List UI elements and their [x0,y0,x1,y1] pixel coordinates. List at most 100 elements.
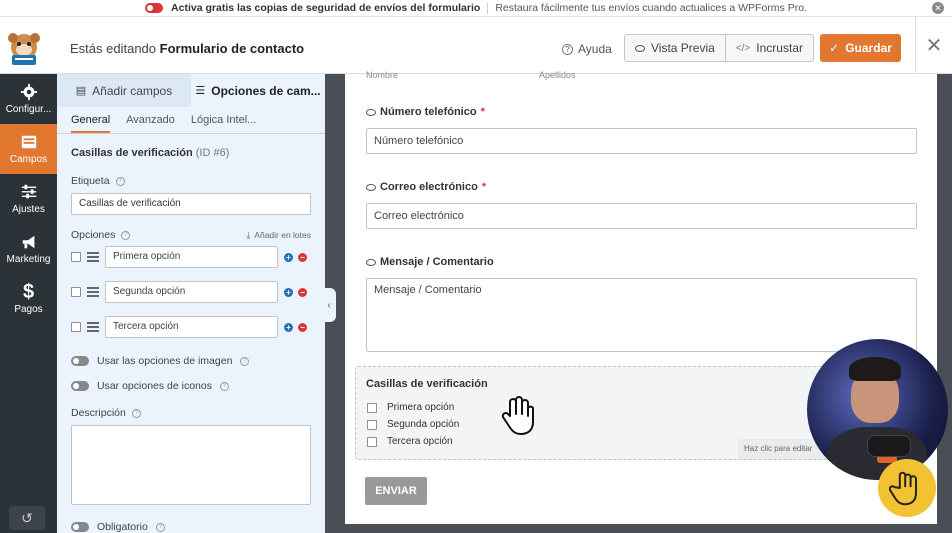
icon-choices-label: Usar opciones de iconos [97,380,212,392]
remove-option-icon[interactable]: − [298,252,307,262]
field-title: Casillas de verificación (ID #6) [71,147,311,159]
hand-tap-icon [889,471,917,506]
options-label: Opciones ? [71,229,131,241]
nav-item-marketing[interactable]: Marketing [0,224,57,274]
save-button[interactable]: ✓ Guardar [820,34,901,62]
image-choices-label: Usar las opciones de imagen [97,355,233,367]
notice-close-icon[interactable]: ✕ [932,2,944,14]
required-toggle[interactable] [71,522,89,532]
email-input[interactable]: Correo electrónico [366,203,917,229]
email-field[interactable]: Correo electrónico * Correo electrónico [366,181,917,229]
checkbox-option[interactable]: Primera opción [367,402,454,413]
help-icon[interactable]: ? [115,176,125,186]
notice-toggle-icon[interactable] [145,3,164,13]
drag-handle-icon[interactable] [87,287,99,297]
label-input[interactable]: Casillas de verificación [71,193,311,215]
embed-label: Incrustar [756,41,803,55]
image-choices-toggle[interactable] [71,356,89,366]
chevron-left-icon: ‹ [327,299,331,311]
phone-input[interactable]: Número telefónico [366,128,917,154]
field-id: (ID #6) [195,147,230,159]
add-option-icon[interactable]: + [284,322,293,332]
panel-tabs: ▤ Añadir campos ☰ Opciones de cam... [57,74,325,107]
eye-icon [635,44,645,52]
help-label: Ayuda [578,42,612,56]
message-field[interactable]: Mensaje / Comentario Mensaje / Comentari… [366,256,917,352]
submit-button[interactable]: ENVIAR [365,477,427,505]
subtab-smart-logic[interactable]: Lógica Intel... [191,114,256,126]
webcam-overlay [807,339,948,480]
option-default-checkbox[interactable] [71,322,81,332]
message-textarea[interactable]: Mensaje / Comentario [366,278,917,352]
check-icon: ✓ [829,41,840,55]
help-icon[interactable]: ? [155,522,165,532]
email-label: Correo electrónico * [366,181,917,193]
checkbox-icon[interactable] [367,419,377,430]
preview-button[interactable]: Vista Previa [625,35,725,61]
checkbox-option-label: Primera opción [387,402,455,413]
bulk-add-button[interactable]: ⤓ Añadir en lotes [246,230,311,241]
drag-handle-icon[interactable] [87,252,99,262]
remove-option-icon[interactable]: − [298,322,307,332]
nav-item-fields[interactable]: Campos [0,124,57,174]
hand-pointer-icon [501,396,534,435]
drag-handle-icon[interactable] [87,322,99,332]
checkbox-icon[interactable] [367,436,377,447]
nav-label: Pagos [14,304,43,315]
nav-item-ajustes[interactable]: Ajustes [0,174,57,224]
revisions-button[interactable]: ↺ [9,506,45,530]
checkbox-option[interactable]: Tercera opción [367,436,453,447]
nav-item-payments[interactable]: $ Pagos [0,274,57,324]
editing-prefix: Estás editando [70,41,160,56]
image-choices-row: Usar las opciones de imagen ? [71,354,311,368]
bulk-add-label: Añadir en lotes [254,230,311,240]
notice-separator [487,2,489,14]
subtab-advanced[interactable]: Avanzado [126,114,175,126]
option-default-checkbox[interactable] [71,252,81,262]
sliders-icon [21,184,36,199]
upgrade-notice-bar: Activa gratis las copias de seguridad de… [0,0,952,17]
checkbox-option[interactable]: Segunda opción [367,419,459,430]
field-subtabs: General Avanzado Lógica Intel... [57,107,325,134]
help-icon[interactable]: ? [219,381,229,391]
phone-field[interactable]: Número telefónico * Número telefónico [366,106,917,154]
option-input[interactable]: Tercera opción [105,316,278,338]
help-icon[interactable]: ? [121,230,131,240]
phone-label: Número telefónico * [366,106,917,118]
nav-item-settings[interactable]: Configur... [0,74,57,124]
option-row: Primera opción + − [71,246,311,268]
add-option-icon[interactable]: + [284,287,293,297]
checkbox-option-label: Segunda opción [387,419,460,430]
close-builder-icon[interactable]: ✕ [915,17,952,74]
options-header: Opciones ? ⤓ Añadir en lotes [71,229,311,241]
option-row: Segunda opción + − [71,281,311,303]
required-mark: * [480,106,485,118]
help-icon[interactable]: ? [240,356,250,366]
option-input[interactable]: Primera opción [105,246,278,268]
tab-add-fields[interactable]: ▤ Añadir campos [57,74,191,107]
code-icon: </> [735,42,751,54]
tab-field-options[interactable]: ☰ Opciones de cam... [191,74,325,107]
option-default-checkbox[interactable] [71,287,81,297]
notice-strong-text: Activa gratis las copias de seguridad de… [171,2,481,14]
nav-label: Configur... [5,104,52,115]
message-label: Mensaje / Comentario [366,256,917,268]
add-option-icon[interactable]: + [284,252,293,262]
field-title-text: Casillas de verificación [71,147,193,159]
checkbox-icon[interactable] [367,402,377,413]
first-name-sublabel: Nombre [366,70,399,80]
phone-label-text: Número telefónico [380,106,477,118]
icon-choices-toggle[interactable] [71,381,89,391]
embed-button[interactable]: </> Incrustar [724,35,813,61]
preview-embed-group: Vista Previa </> Incrustar [624,34,814,62]
description-textarea[interactable] [71,425,311,505]
remove-option-icon[interactable]: − [298,287,307,297]
help-button[interactable]: ? Ayuda [562,42,612,56]
builder-nav: Configur... Campos Ajustes Marketing $ P… [0,74,57,533]
notice-text: Restaura fácilmente tus envíos cuando ac… [495,2,807,14]
subtab-general[interactable]: General [71,114,111,133]
collapse-panel-button[interactable]: ‹ [322,288,336,322]
eye-icon [366,183,376,191]
option-input[interactable]: Segunda opción [105,281,278,303]
help-icon[interactable]: ? [131,408,141,418]
